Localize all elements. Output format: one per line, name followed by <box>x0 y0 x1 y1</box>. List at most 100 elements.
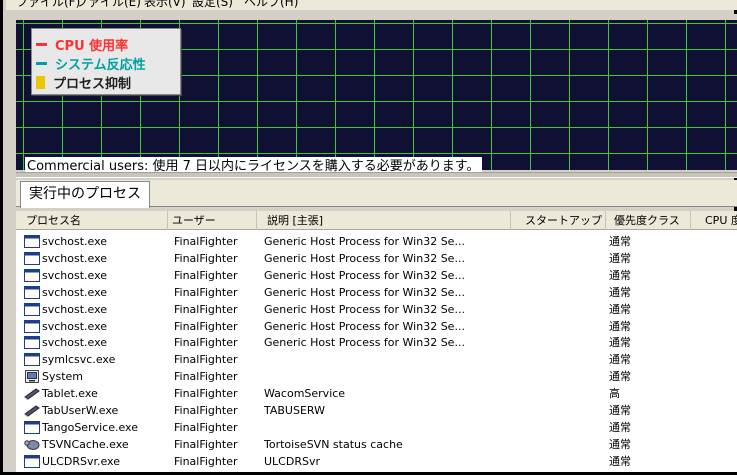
process-user: FinalFighter <box>174 319 238 333</box>
graph-legend: CPU 使用率 システム反応性 プロセス抑制 <box>31 28 181 95</box>
process-row[interactable]: svchost.exe FinalFighter Generic Host Proc… <box>16 334 737 351</box>
process-user: FinalFighter <box>174 336 238 350</box>
process-name: TangoService.exe <box>42 420 138 434</box>
system-icon <box>24 370 40 384</box>
cpu-swatch <box>36 42 47 46</box>
process-row[interactable]: svchost.exe FinalFighter Generic Host Proc… <box>16 301 737 318</box>
process-row[interactable]: System FinalFighter 通常 <box>16 368 737 385</box>
process-description: TortoiseSVN status cache <box>264 437 403 451</box>
process-row[interactable]: symlcsvc.exe FinalFighter 通常 <box>16 351 737 368</box>
menu-edit[interactable]: ファイル(E) <box>76 0 141 10</box>
process-row[interactable]: svchost.exe FinalFighter Generic Host Proc… <box>16 284 737 301</box>
restraint-swatch <box>36 75 45 89</box>
column-header-cpu[interactable]: CPU 度 <box>691 211 737 230</box>
process-priority: 通常 <box>609 319 631 333</box>
process-row[interactable]: ULCDRSvr.exe FinalFighter ULCDRSvr 通常 <box>16 453 737 470</box>
process-name: Tablet.exe <box>42 387 98 401</box>
column-header-user[interactable]: ユーザー <box>168 211 257 230</box>
process-priority: 通常 <box>609 336 631 350</box>
legend-item-restraint: プロセス抑制 <box>36 73 132 92</box>
column-header-name[interactable]: プロセス名 <box>16 211 168 230</box>
process-priority: 通常 <box>609 370 631 384</box>
tab-running-processes[interactable]: 実行中のプロセス <box>20 181 150 208</box>
performance-graph-panel: CPU 使用率 システム反応性 プロセス抑制 Commercial users:… <box>16 14 737 176</box>
process-user: FinalFighter <box>174 404 238 417</box>
process-name: svchost.exe <box>42 285 108 299</box>
process-row[interactable]: TSVNCache.exe FinalFighter TortoiseSVN sta… <box>16 436 737 453</box>
process-priority: 通常 <box>609 251 631 265</box>
menu-view[interactable]: 表示(V) <box>144 0 186 10</box>
process-name: TSVNCache.exe <box>42 437 129 451</box>
process-user: FinalFighter <box>174 370 238 384</box>
legend-label-restraint: プロセス抑制 <box>53 76 132 92</box>
menu-bar: ファイル(F) ファイル(E) 表示(V) 設定(S) ヘルプ(H) <box>6 0 737 10</box>
process-user: FinalFighter <box>174 285 238 299</box>
process-user: FinalFighter <box>174 437 238 451</box>
window-icon <box>24 285 40 299</box>
legend-item-responsiveness: システム反応性 <box>36 54 146 73</box>
window-icon <box>24 235 40 248</box>
legend-item-cpu: CPU 使用率 <box>36 35 129 54</box>
window-icon <box>24 420 40 434</box>
process-priority: 通常 <box>609 285 631 299</box>
window-icon <box>24 454 40 468</box>
performance-graph: CPU 使用率 システム反応性 プロセス抑制 Commercial users:… <box>16 20 737 176</box>
menu-help[interactable]: ヘルプ(H) <box>244 0 298 10</box>
process-name: svchost.exe <box>42 251 108 265</box>
process-user: FinalFighter <box>174 353 238 367</box>
column-header-description[interactable]: 説明 [主張] <box>257 211 511 230</box>
process-row[interactable]: svchost.exe FinalFighter Generic Host Proc… <box>16 250 737 267</box>
process-priority: 通常 <box>609 420 631 434</box>
process-row[interactable]: TabUserW.exe FinalFighter TABUSERW 通常 <box>16 402 737 419</box>
process-description: Generic Host Process for Win32 Se... <box>264 319 465 333</box>
tablet-icon <box>24 404 40 417</box>
process-user: FinalFighter <box>174 454 238 468</box>
process-name: svchost.exe <box>42 268 108 282</box>
process-row[interactable]: svchost.exe FinalFighter Generic Host Proc… <box>16 267 737 284</box>
process-row[interactable]: svchost.exe FinalFighter Generic Host Proc… <box>16 318 737 335</box>
tablet-icon <box>24 387 40 400</box>
process-row[interactable]: TangoService.exe FinalFighter 通常 <box>16 419 737 436</box>
tortoise-icon <box>24 438 40 451</box>
app-window: ファイル(F) ファイル(E) 表示(V) 設定(S) ヘルプ(H) CPU 使… <box>0 0 737 475</box>
process-user: FinalFighter <box>174 420 238 434</box>
process-description: TABUSERW <box>264 404 325 417</box>
menu-file[interactable]: ファイル(F) <box>16 0 80 10</box>
window-icon <box>24 336 40 350</box>
process-name: System <box>42 370 84 384</box>
menu-settings[interactable]: 設定(S) <box>192 0 233 10</box>
process-name: svchost.exe <box>42 235 108 248</box>
legend-label-responsiveness: システム反応性 <box>55 57 146 73</box>
legend-label-cpu: CPU 使用率 <box>55 38 129 54</box>
process-name: svchost.exe <box>42 319 108 333</box>
process-priority: 通常 <box>609 302 631 316</box>
process-description: Generic Host Process for Win32 Se... <box>264 302 465 316</box>
process-user: FinalFighter <box>174 387 238 401</box>
process-description: Generic Host Process for Win32 Se... <box>264 251 465 265</box>
process-priority: 通常 <box>609 437 631 451</box>
process-user: FinalFighter <box>174 302 238 316</box>
process-list[interactable]: プロセス名 ユーザー 説明 [主張] スタートアップ 優先度クラス CPU 度 … <box>16 211 737 472</box>
process-description: ULCDRSvr <box>264 454 320 468</box>
column-header-startup[interactable]: スタートアップ <box>511 211 606 230</box>
process-user: FinalFighter <box>174 235 238 248</box>
process-row[interactable]: svchost.exe FinalFighter Generic Host Proc… <box>16 233 737 250</box>
process-user: FinalFighter <box>174 251 238 265</box>
process-priority: 通常 <box>609 454 631 468</box>
window-icon <box>24 251 40 265</box>
process-priority: 通常 <box>609 235 631 248</box>
window-icon <box>24 268 40 282</box>
process-row[interactable]: Tablet.exe FinalFighter WacomService 高 <box>16 385 737 402</box>
list-header: プロセス名 ユーザー 説明 [主張] スタートアップ 優先度クラス CPU 度 <box>16 211 737 230</box>
process-priority: 高 <box>609 387 620 401</box>
pane-splitter[interactable] <box>16 172 737 178</box>
column-header-priority[interactable]: 優先度クラス <box>606 211 691 230</box>
process-description: WacomService <box>264 387 346 401</box>
process-name: symlcsvc.exe <box>42 353 116 367</box>
process-description: Generic Host Process for Win32 Se... <box>264 268 465 282</box>
process-user: FinalFighter <box>174 268 238 282</box>
responsiveness-swatch <box>36 61 47 65</box>
process-name: svchost.exe <box>42 302 108 316</box>
window-icon <box>24 302 40 316</box>
process-name: ULCDRSvr.exe <box>42 454 120 468</box>
